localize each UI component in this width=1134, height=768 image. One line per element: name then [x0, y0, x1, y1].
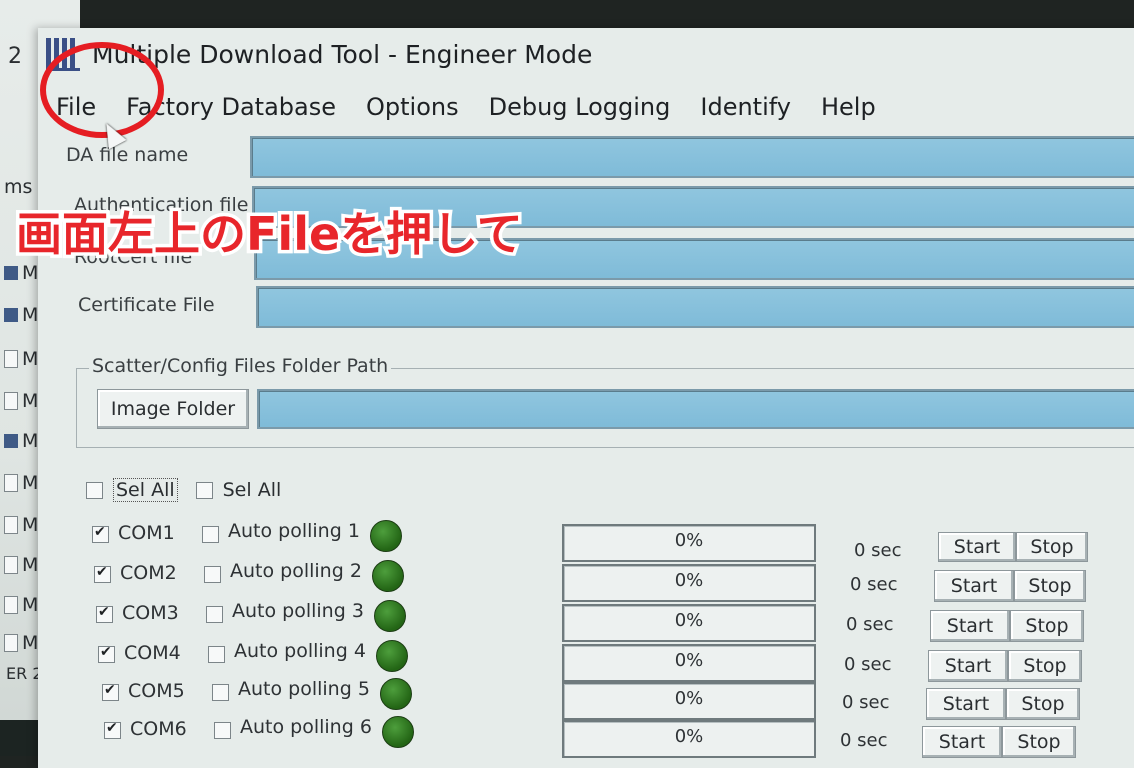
menu-debug-logging[interactable]: Debug Logging [474, 93, 686, 121]
start-button[interactable]: Start [922, 726, 1002, 758]
auto-polling-label: Auto polling 2 [230, 560, 362, 582]
com-port-label: COM5 [128, 680, 185, 702]
auto-polling-checkbox[interactable] [206, 606, 223, 623]
app-file-icon [4, 308, 18, 322]
red-highlight-circle [40, 42, 164, 138]
download-tool-window: Multiple Download Tool - Engineer Mode F… [38, 28, 1134, 768]
progress-percent: 0% [674, 688, 704, 709]
status-led-icon [376, 640, 408, 672]
elapsed-time: 0 sec [844, 654, 892, 675]
com-checkbox[interactable] [96, 604, 113, 623]
status-led-icon [380, 678, 412, 710]
com-port-label: COM4 [124, 642, 181, 664]
progress-bar-1: 0% [562, 524, 816, 562]
com-checkbox[interactable] [94, 564, 111, 583]
status-led-icon [382, 716, 414, 748]
auto-polling-label: Auto polling 3 [232, 600, 364, 622]
com-port-label: COM6 [130, 718, 187, 740]
menu-help[interactable]: Help [806, 93, 891, 121]
title-bar[interactable]: Multiple Download Tool - Engineer Mode [38, 28, 1134, 80]
certificate-file-field[interactable] [256, 286, 1134, 328]
file-icon [4, 392, 18, 410]
app-file-icon [4, 266, 18, 280]
elapsed-time: 0 sec [850, 574, 898, 595]
file-icon [4, 634, 18, 652]
menu-identify[interactable]: Identify [685, 93, 806, 121]
progress-bar-6: 0% [562, 720, 816, 758]
background-list-item[interactable]: ms [4, 176, 32, 198]
scatter-group-title: Scatter/Config Files Folder Path [89, 355, 392, 377]
scatter-folder-group: Scatter/Config Files Folder Path Image F… [76, 355, 1134, 448]
app-file-icon [4, 434, 18, 448]
progress-percent: 0% [674, 570, 704, 591]
auto-polling-label: Auto polling 5 [238, 678, 370, 700]
com-checkbox[interactable] [98, 644, 115, 663]
da-file-field[interactable] [250, 136, 1134, 178]
certificate-file-label: Certificate File [78, 294, 215, 316]
select-all-label-1[interactable]: Sel All [113, 478, 178, 502]
background-number: 2 [8, 44, 22, 69]
progress-percent: 0% [674, 650, 704, 671]
com-checkbox[interactable] [102, 682, 119, 701]
com-checkbox[interactable] [92, 524, 109, 543]
progress-percent: 0% [674, 610, 704, 631]
auto-polling-checkbox[interactable] [208, 646, 225, 663]
com-checkbox[interactable] [104, 720, 121, 739]
menu-options[interactable]: Options [351, 93, 474, 121]
instruction-caption: 画面左上のFileを押して [13, 198, 527, 265]
elapsed-time: 0 sec [846, 614, 894, 635]
auto-polling-label: Auto polling 4 [234, 640, 366, 662]
select-all-checkbox-2[interactable] [195, 481, 213, 499]
image-folder-path-field[interactable] [257, 389, 1134, 429]
auto-polling-label: Auto polling 1 [228, 520, 360, 542]
auto-polling-checkbox[interactable] [204, 566, 221, 583]
instruction-caption-text: 画面左上のFileを押して [13, 204, 527, 265]
progress-bar-2: 0% [562, 564, 816, 602]
status-led-icon [372, 560, 404, 592]
status-led-icon [370, 520, 402, 552]
com-port-label: COM3 [122, 602, 179, 624]
elapsed-time: 0 sec [840, 730, 888, 751]
file-icon [4, 474, 18, 492]
progress-percent: 0% [674, 726, 704, 747]
stop-button[interactable]: Stop [1002, 726, 1076, 758]
file-icon [4, 516, 18, 534]
image-folder-button[interactable]: Image Folder [97, 389, 249, 429]
file-icon [4, 596, 18, 614]
select-all-label-2[interactable]: Sel All [223, 479, 282, 501]
elapsed-time: 0 sec [842, 692, 890, 713]
select-all-checkbox-1[interactable] [86, 481, 103, 499]
window-title: Multiple Download Tool - Engineer Mode [92, 39, 593, 69]
auto-polling-label: Auto polling 6 [240, 716, 372, 738]
file-icon [4, 556, 18, 574]
menu-bar: File Factory Database Options Debug Logg… [38, 86, 1134, 128]
auto-polling-checkbox[interactable] [214, 722, 231, 739]
da-file-label: DA file name [66, 144, 189, 166]
auto-polling-checkbox[interactable] [212, 684, 229, 701]
select-all-row: Sel All Sel All [86, 478, 281, 502]
file-icon [4, 350, 18, 368]
com-port-label: COM1 [118, 522, 175, 544]
progress-percent: 0% [674, 530, 704, 551]
progress-bar-3: 0% [562, 604, 816, 642]
background-item-label: ms [4, 176, 33, 198]
status-led-icon [374, 600, 406, 632]
auto-polling-checkbox[interactable] [202, 526, 219, 543]
com-port-label: COM2 [120, 562, 177, 584]
